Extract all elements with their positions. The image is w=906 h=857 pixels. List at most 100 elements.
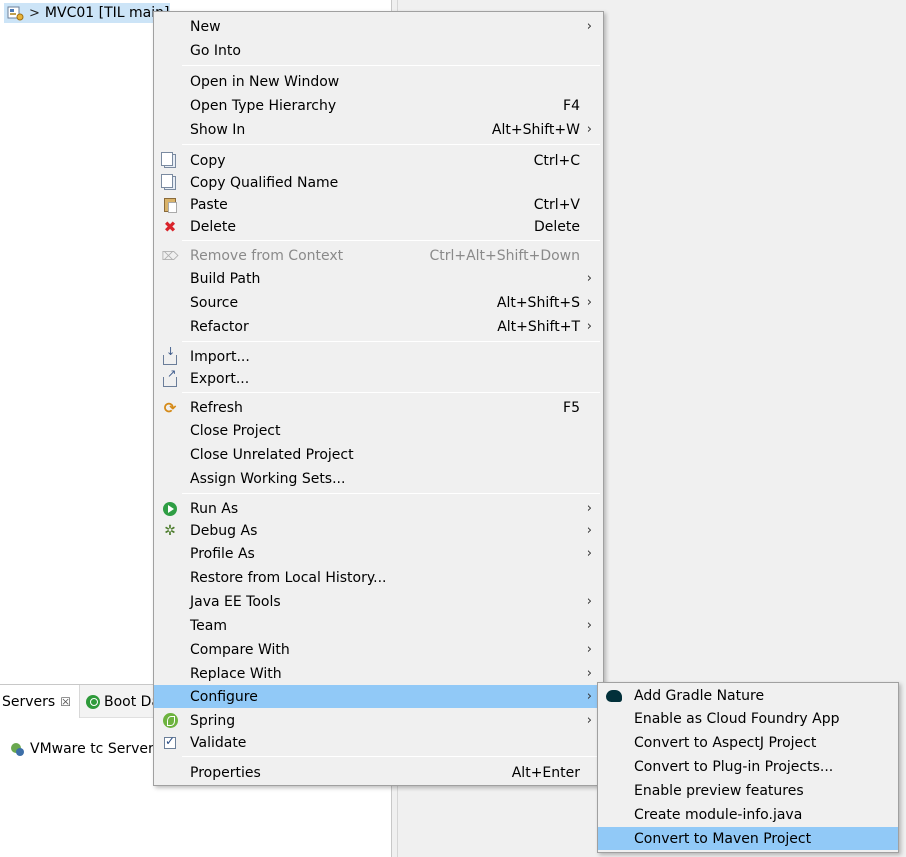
menu-separator <box>182 240 600 241</box>
menu-item-label: Show In <box>190 121 246 138</box>
menu-item-label: Debug As <box>190 522 258 539</box>
menu-item-label: Open in New Window <box>190 73 340 90</box>
submenu-item-convert-aspectj[interactable]: Convert to AspectJ Project <box>598 731 898 754</box>
menu-item-label: Validate <box>190 734 247 751</box>
menu-item-close-unrelated-project[interactable]: Close Unrelated Project <box>154 443 603 466</box>
menu-item-export[interactable]: Export... <box>154 367 603 390</box>
chevron-right-icon: › <box>586 546 592 561</box>
copy-qualified-icon <box>161 173 176 190</box>
menu-item-show-in[interactable]: Show In Alt+Shift+W › <box>154 118 603 141</box>
chevron-right-icon: › <box>586 295 592 310</box>
menu-item-new[interactable]: New › <box>154 15 603 38</box>
tab-boot-dashboard[interactable]: Boot Da <box>82 685 162 718</box>
menu-item-close-project[interactable]: Close Project <box>154 419 603 442</box>
chevron-right-icon: › <box>586 642 592 657</box>
menu-item-label: Open Type Hierarchy <box>190 97 337 114</box>
chevron-right-icon: › <box>586 19 592 34</box>
menu-item-label: Copy Qualified Name <box>190 174 339 191</box>
menu-item-label: Delete <box>190 218 236 235</box>
menu-item-shortcut: Alt+Shift+S <box>496 294 580 311</box>
chevron-right-icon: › <box>586 618 592 633</box>
expand-chevron-icon[interactable]: > <box>29 6 40 21</box>
close-icon[interactable]: ☒ <box>60 695 71 709</box>
menu-item-label: Import... <box>190 348 250 365</box>
submenu-item-convert-plugin[interactable]: Convert to Plug-in Projects... <box>598 755 898 778</box>
remove-context-icon: ⌦ <box>161 248 179 263</box>
menu-item-debug-as[interactable]: ✲ Debug As › <box>154 519 603 542</box>
project-tree-item[interactable]: > MVC01 [TIL main] <box>4 3 170 23</box>
menu-item-go-into[interactable]: Go Into <box>154 39 603 62</box>
menu-separator <box>182 493 600 494</box>
menu-item-shortcut: Alt+Enter <box>511 764 580 781</box>
menu-separator <box>182 341 600 342</box>
validate-check-icon <box>164 734 176 749</box>
menu-item-shortcut: F5 <box>563 399 580 416</box>
chevron-right-icon: › <box>586 689 592 704</box>
menu-item-label: Assign Working Sets... <box>190 470 346 487</box>
menu-item-label: Build Path <box>190 270 261 287</box>
submenu-item-create-module-info[interactable]: Create module-info.java <box>598 803 898 826</box>
menu-item-remove-from-context: ⌦ Remove from Context Ctrl+Alt+Shift+Dow… <box>154 244 603 267</box>
copy-icon <box>161 151 176 168</box>
menu-separator <box>182 392 600 393</box>
menu-item-label: Restore from Local History... <box>190 569 387 586</box>
export-icon <box>163 367 177 387</box>
menu-item-label: Team <box>190 617 228 634</box>
boot-tab-label: Boot Da <box>104 693 161 710</box>
menu-item-label: Spring <box>190 712 236 729</box>
submenu-item-label: Convert to Plug-in Projects... <box>634 758 834 775</box>
menu-item-restore-local-history[interactable]: Restore from Local History... <box>154 566 603 589</box>
menu-item-source[interactable]: Source Alt+Shift+S › <box>154 291 603 314</box>
menu-item-label: Close Project <box>190 422 281 439</box>
tab-servers[interactable]: Servers ☒ <box>0 685 80 718</box>
submenu-item-add-gradle-nature[interactable]: Add Gradle Nature <box>598 684 898 707</box>
submenu-item-convert-maven[interactable]: Convert to Maven Project <box>598 827 898 850</box>
menu-item-delete[interactable]: ✖ Delete Delete <box>154 215 603 238</box>
menu-item-shortcut: Delete <box>534 218 580 235</box>
submenu-item-enable-cloud-foundry[interactable]: Enable as Cloud Foundry App <box>598 707 898 730</box>
menu-item-paste[interactable]: Paste Ctrl+V <box>154 193 603 216</box>
menu-item-open-type-hierarchy[interactable]: Open Type Hierarchy F4 <box>154 94 603 117</box>
menu-item-compare-with[interactable]: Compare With › <box>154 638 603 661</box>
menu-item-build-path[interactable]: Build Path › <box>154 267 603 290</box>
menu-item-configure[interactable]: Configure › <box>154 685 603 708</box>
submenu-item-label: Convert to AspectJ Project <box>634 734 817 751</box>
menu-item-shortcut: Alt+Shift+T <box>497 318 580 335</box>
menu-item-shortcut: Ctrl+Alt+Shift+Down <box>429 247 580 264</box>
menu-item-copy[interactable]: Copy Ctrl+C <box>154 149 603 172</box>
menu-item-label: Properties <box>190 764 261 781</box>
menu-item-team[interactable]: Team › <box>154 614 603 637</box>
menu-item-assign-working-sets[interactable]: Assign Working Sets... <box>154 467 603 490</box>
menu-item-label: Java EE Tools <box>190 593 281 610</box>
menu-item-copy-qualified-name[interactable]: Copy Qualified Name <box>154 171 603 194</box>
menu-item-properties[interactable]: Properties Alt+Enter <box>154 761 603 784</box>
menu-item-label: Source <box>190 294 239 311</box>
menu-item-open-new-window[interactable]: Open in New Window <box>154 70 603 93</box>
submenu-item-enable-preview[interactable]: Enable preview features <box>598 779 898 802</box>
menu-item-refresh[interactable]: ⟳ Refresh F5 <box>154 396 603 419</box>
menu-item-java-ee-tools[interactable]: Java EE Tools › <box>154 590 603 613</box>
menu-separator <box>182 65 600 66</box>
import-icon <box>163 345 177 365</box>
chevron-right-icon: › <box>586 501 592 516</box>
menu-item-validate[interactable]: Validate <box>154 731 603 754</box>
menu-item-replace-with[interactable]: Replace With › <box>154 662 603 685</box>
server-list-item[interactable]: VMware tc Server <box>10 738 154 760</box>
chevron-right-icon: › <box>586 666 592 681</box>
menu-item-spring[interactable]: Spring › <box>154 709 603 732</box>
menu-item-refactor[interactable]: Refactor Alt+Shift+T › <box>154 315 603 338</box>
menu-item-run-as[interactable]: Run As › <box>154 497 603 520</box>
menu-item-import[interactable]: Import... <box>154 345 603 368</box>
chevron-right-icon: › <box>586 594 592 609</box>
menu-item-shortcut: Ctrl+C <box>533 152 580 169</box>
server-icon <box>10 742 25 757</box>
gradle-icon <box>606 689 622 702</box>
submenu-item-label: Convert to Maven Project <box>634 830 812 847</box>
menu-item-label: Refresh <box>190 399 243 416</box>
menu-item-label: Copy <box>190 152 226 169</box>
menu-item-label: Remove from Context <box>190 247 344 264</box>
menu-item-profile-as[interactable]: Profile As › <box>154 542 603 565</box>
spring-icon <box>162 713 178 728</box>
submenu-item-label: Create module-info.java <box>634 806 803 823</box>
submenu-item-label: Enable as Cloud Foundry App <box>634 710 840 727</box>
